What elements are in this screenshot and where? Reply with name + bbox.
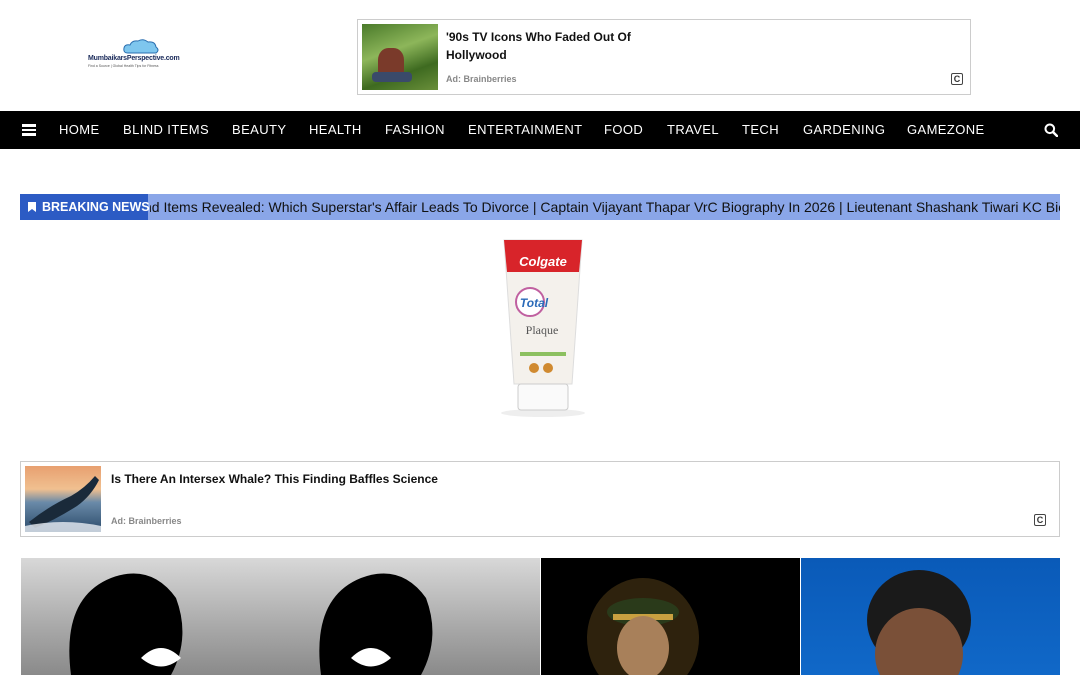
nav-item-tech[interactable]: TECH: [742, 111, 779, 149]
news-ticker[interactable]: nd Items Revealed: Which Superstar's Aff…: [150, 194, 1060, 220]
nav-item-blind-items[interactable]: BLIND ITEMS: [123, 111, 209, 149]
ad-title[interactable]: '90s TV Icons Who Faded Out Of Hollywood: [446, 28, 666, 64]
logo-tagline: Find a Source | Global Health Tips for F…: [88, 64, 159, 68]
featured-image-3: [867, 570, 971, 675]
ad-source: Ad: Brainberries: [446, 74, 517, 84]
nav-item-home[interactable]: HOME: [59, 111, 100, 149]
hamburger-menu-icon[interactable]: [22, 124, 36, 136]
bookmark-icon: [28, 202, 36, 212]
ad-source: Ad: Brainberries: [111, 516, 182, 526]
ad-title[interactable]: Is There An Intersex Whale? This Finding…: [111, 470, 611, 488]
site-logo[interactable]: MumbaikarsPerspective.com Find a Source …: [86, 38, 190, 72]
breaking-news-label: BREAKING NEWS: [20, 194, 150, 220]
featured-article-3[interactable]: [801, 558, 1060, 675]
nav-item-health[interactable]: HEALTH: [309, 111, 362, 149]
nav-item-entertainment[interactable]: ENTERTAINMENT: [468, 111, 583, 149]
whale-image: [25, 476, 101, 532]
main-nav: HOME BLIND ITEMS BEAUTY HEALTH FASHION E…: [0, 111, 1080, 149]
breaking-label-text: BREAKING NEWS: [42, 200, 150, 214]
site-header: MumbaikarsPerspective.com Find a Source …: [0, 0, 1080, 111]
product-brand: Colgate: [519, 254, 567, 269]
top-ad-card[interactable]: '90s TV Icons Who Faded Out Of Hollywood…: [357, 19, 971, 95]
logo-text: MumbaikarsPerspective.com: [88, 55, 180, 62]
adchoices-icon[interactable]: C: [1034, 514, 1046, 526]
ticker-text[interactable]: nd Items Revealed: Which Superstar's Aff…: [150, 194, 1060, 220]
nav-item-fashion[interactable]: FASHION: [385, 111, 445, 149]
mid-ad-card[interactable]: Is There An Intersex Whale? This Finding…: [20, 461, 1060, 537]
featured-image-1: [69, 573, 433, 675]
adchoices-icon[interactable]: C: [951, 73, 963, 85]
featured-article-1[interactable]: [21, 558, 540, 675]
product-ad-image[interactable]: Colgate Total Plaque: [490, 236, 596, 418]
ad-thumbnail[interactable]: [25, 466, 101, 532]
nav-item-food[interactable]: FOOD: [604, 111, 643, 149]
product-line: Total: [520, 296, 549, 310]
nav-item-travel[interactable]: TRAVEL: [667, 111, 719, 149]
nav-item-gardening[interactable]: GARDENING: [803, 111, 885, 149]
product-variant: Plaque: [526, 323, 559, 337]
nav-item-beauty[interactable]: BEAUTY: [232, 111, 286, 149]
featured-image-2: [587, 578, 699, 675]
breaking-news-bar: BREAKING NEWS nd Items Revealed: Which S…: [20, 194, 1060, 220]
search-icon[interactable]: [1044, 123, 1058, 137]
featured-article-2[interactable]: [541, 558, 800, 675]
ad-thumbnail[interactable]: [362, 24, 438, 90]
nav-item-gamezone[interactable]: GAMEZONE: [907, 111, 985, 149]
cloud-icon: [123, 39, 159, 54]
